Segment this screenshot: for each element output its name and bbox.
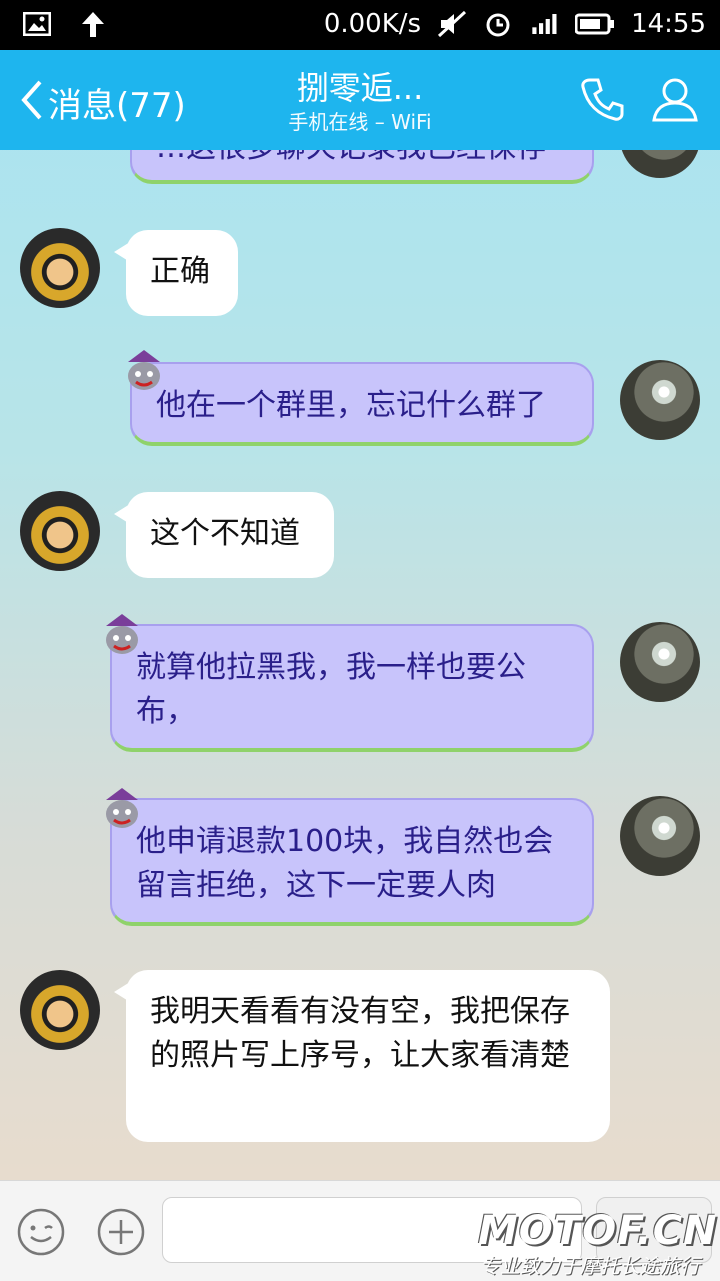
message-bubble-incoming[interactable]: 这个不知道 (114, 492, 334, 578)
message-bubble-outgoing[interactable]: 就算他拉黑我，我一样也要公布， (110, 624, 594, 752)
avatar[interactable] (20, 228, 100, 308)
plus-icon[interactable] (96, 1207, 146, 1257)
net-speed: 0.00K/s (323, 9, 422, 39)
battery-icon (575, 9, 615, 39)
avatar[interactable] (620, 360, 700, 440)
message-text: …这很多聊天记录我已经保存 (156, 150, 546, 165)
back-label: 消息(77) (48, 85, 186, 126)
status-bar: 0.00K/s 14:55 (0, 0, 720, 50)
message-list[interactable]: …这很多聊天记录我已经保存 正确 他在一个群里，忘记什么群了 这个不知道 就算他… (0, 150, 720, 1180)
wolf-sticker-icon (100, 612, 144, 666)
avatar[interactable] (620, 150, 700, 178)
online-status: 手机在线 – WiFi (288, 110, 432, 134)
mute-icon (437, 9, 467, 39)
message-text: 他申请退款100块，我自然也会留言拒绝，这下一定要人肉 (136, 824, 554, 903)
message-bubble-outgoing[interactable]: 他申请退款100块，我自然也会留言拒绝，这下一定要人肉 (110, 798, 594, 926)
image-icon (22, 9, 52, 39)
upload-arrow-icon (78, 9, 108, 39)
message-bubble-incoming[interactable]: 正确 (114, 230, 238, 316)
wolf-sticker-icon (100, 786, 144, 840)
alarm-icon (483, 9, 513, 39)
wolf-sticker-icon (122, 348, 166, 402)
chat-title-area[interactable]: 捌零逅... 手机在线 – WiFi (240, 68, 480, 136)
message-text: 这个不知道 (150, 516, 300, 551)
message-text: 正确 (150, 254, 210, 289)
message-bubble-outgoing[interactable]: 他在一个群里，忘记什么群了 (130, 362, 594, 446)
chat-title: 捌零逅... (296, 69, 424, 107)
back-button[interactable]: 消息(77) (18, 78, 186, 133)
watermark-brand: MOTOF.CN (478, 1208, 718, 1254)
message-bubble-incoming[interactable]: 我明天看看有没有空，我把保存的照片写上序号，让大家看清楚 (114, 970, 610, 1142)
message-text: 就算他拉黑我，我一样也要公布， (136, 650, 526, 729)
phone-icon[interactable] (578, 74, 628, 124)
message-text: 他在一个群里，忘记什么群了 (156, 388, 546, 423)
message-text: 我明天看看有没有空，我把保存的照片写上序号，让大家看清楚 (150, 994, 570, 1073)
clock: 14:55 (631, 9, 706, 39)
avatar[interactable] (620, 622, 700, 702)
watermark-slogan: 专业致力于摩托长途旅行 (480, 1254, 700, 1278)
signal-icon (529, 9, 559, 39)
avatar[interactable] (20, 491, 100, 571)
contact-icon[interactable] (650, 74, 700, 124)
avatar[interactable] (20, 970, 100, 1050)
chevron-left-icon (18, 78, 44, 133)
avatar[interactable] (620, 796, 700, 876)
chat-header: 消息(77) 捌零逅... 手机在线 – WiFi (0, 50, 720, 150)
emoji-icon[interactable] (16, 1207, 66, 1257)
message-bubble-outgoing[interactable]: …这很多聊天记录我已经保存 (130, 150, 594, 184)
